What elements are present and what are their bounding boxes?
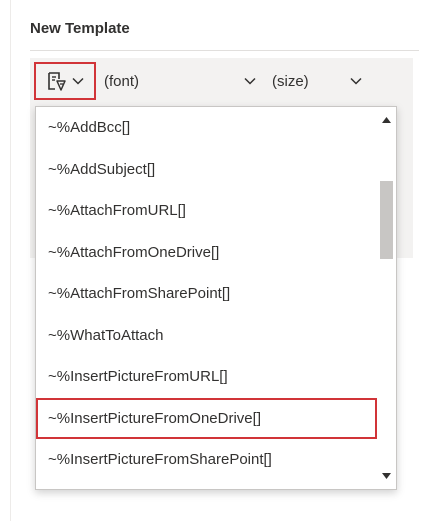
size-dropdown[interactable]: (size) — [272, 62, 368, 100]
scrollbar-thumb[interactable] — [380, 181, 393, 259]
title-divider — [30, 50, 419, 51]
panel-title: New Template — [30, 20, 130, 37]
dropdown-item-insert-picture-from-url[interactable]: ~%InsertPictureFromURL[] — [36, 356, 377, 398]
template-panel: New Template (font) (size) ~%AddBcc[] ~% — [0, 0, 427, 521]
chevron-down-icon — [72, 77, 84, 85]
scroll-up-arrow-icon[interactable] — [377, 111, 396, 129]
chevron-down-icon — [350, 77, 362, 85]
dropdown-item-attach-from-sharepoint[interactable]: ~%AttachFromSharePoint[] — [36, 273, 377, 315]
dropdown-item-add-bcc[interactable]: ~%AddBcc[] — [36, 107, 377, 149]
dropdown-item-what-to-attach[interactable]: ~%WhatToAttach — [36, 315, 377, 357]
scroll-down-arrow-icon[interactable] — [377, 467, 396, 485]
dropdown-scrollbar[interactable] — [377, 107, 396, 489]
chevron-down-icon — [244, 77, 256, 85]
dropdown-item-attach-from-onedrive[interactable]: ~%AttachFromOneDrive[] — [36, 232, 377, 274]
size-dropdown-value: (size) — [272, 72, 309, 90]
insert-template-button[interactable] — [34, 62, 96, 100]
font-dropdown-value: (font) — [104, 72, 140, 90]
panel-left-divider — [10, 0, 11, 521]
template-dropdown-list: ~%AddBcc[] ~%AddSubject[] ~%AttachFromUR… — [36, 107, 377, 481]
dropdown-item-add-subject[interactable]: ~%AddSubject[] — [36, 149, 377, 191]
font-dropdown[interactable]: (font) — [104, 62, 262, 100]
dropdown-item-insert-picture-from-sharepoint[interactable]: ~%InsertPictureFromSharePoint[] — [36, 439, 377, 481]
insert-template-icon — [48, 72, 66, 91]
template-dropdown-menu: ~%AddBcc[] ~%AddSubject[] ~%AttachFromUR… — [35, 106, 397, 490]
dropdown-item-insert-picture-from-onedrive[interactable]: ~%InsertPictureFromOneDrive[] — [36, 397, 377, 439]
dropdown-item-attach-from-url[interactable]: ~%AttachFromURL[] — [36, 190, 377, 232]
